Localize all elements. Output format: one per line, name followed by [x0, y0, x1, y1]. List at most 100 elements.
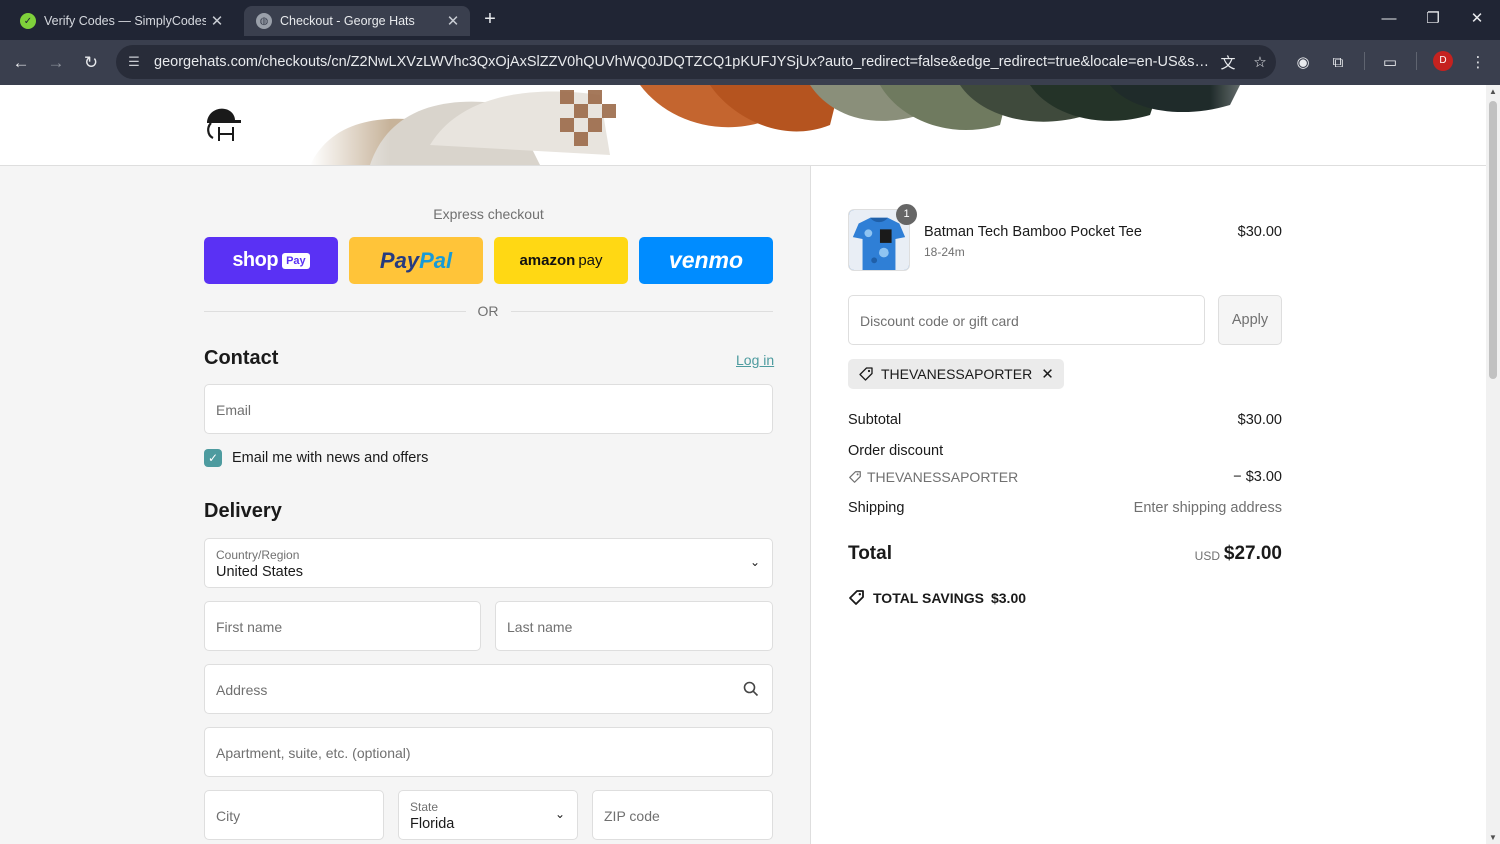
newsletter-label[interactable]: Email me with news and offers: [232, 450, 428, 466]
newsletter-checkbox[interactable]: ✓: [204, 449, 222, 467]
venmo-button[interactable]: venmo: [639, 237, 773, 284]
email-field[interactable]: Email: [204, 384, 773, 434]
close-icon[interactable]: ✕: [206, 12, 228, 30]
amazon-wordmark: amazon: [519, 252, 576, 269]
address-placeholder: Address: [216, 682, 268, 698]
state-select[interactable]: State Florida ⌄: [398, 790, 578, 840]
translate-icon[interactable]: 文: [1212, 52, 1244, 73]
tab-title: Verify Codes — SimplyCodes: [44, 14, 206, 28]
first-name-placeholder: First name: [216, 619, 283, 635]
apartment-field[interactable]: Apartment, suite, etc. (optional): [204, 727, 773, 777]
zip-placeholder: ZIP code: [604, 808, 660, 824]
newsletter-option[interactable]: ✓ Email me with news and offers: [204, 449, 428, 467]
globe-icon: ◍: [256, 13, 272, 29]
tab-simplycodes[interactable]: ✓ Verify Codes — SimplyCodes ✕: [8, 6, 234, 36]
total-currency: USD: [1194, 549, 1220, 563]
country-select[interactable]: Country/Region United States ⌄: [204, 538, 773, 588]
browser-toolbar: ← → ↻ ☰ georgehats.com/checkouts/cn/Z2Nw…: [0, 40, 1500, 85]
state-value: Florida: [410, 816, 455, 832]
order-discount-label: Order discount: [848, 443, 944, 459]
forward-icon[interactable]: →: [43, 50, 69, 76]
last-name-field[interactable]: Last name: [495, 601, 773, 651]
restore-button[interactable]: ❐: [1418, 8, 1448, 32]
total-amount: $27.00: [1223, 543, 1282, 564]
product-variant: 18-24m: [924, 245, 965, 259]
country-label: Country/Region: [216, 548, 300, 562]
url-text[interactable]: georgehats.com/checkouts/cn/Z2NwLXVzLWVh…: [150, 54, 1212, 70]
address-field[interactable]: Address: [204, 664, 773, 714]
amazon-pay-suffix: pay: [578, 252, 603, 269]
close-icon[interactable]: ✕: [442, 12, 464, 30]
george-hats-logo[interactable]: [203, 105, 243, 145]
site-info-icon[interactable]: ☰: [118, 54, 150, 70]
discount-placeholder: Discount code or gift card: [860, 313, 1019, 329]
tag-icon: [849, 471, 861, 483]
apply-discount-button[interactable]: Apply: [1218, 295, 1282, 345]
amazon-pay-button[interactable]: amazon pay: [494, 237, 628, 284]
close-window-button[interactable]: ✕: [1462, 8, 1492, 32]
shop-pay-button[interactable]: shop Pay: [204, 237, 338, 284]
new-tab-button[interactable]: +: [478, 8, 502, 32]
email-placeholder: Email: [216, 402, 252, 418]
minimize-button[interactable]: —: [1374, 8, 1404, 32]
checkout-page: Express checkout shop Pay PayPal amazon …: [0, 85, 1486, 844]
profile-avatar[interactable]: D: [1433, 51, 1453, 71]
bookmark-star-icon[interactable]: ☆: [1244, 53, 1276, 71]
tag-icon: [859, 367, 873, 381]
apartment-placeholder: Apartment, suite, etc. (optional): [216, 745, 411, 761]
login-link[interactable]: Log in: [736, 352, 774, 368]
address-bar[interactable]: ☰ georgehats.com/checkouts/cn/Z2NwLXVzLW…: [116, 45, 1276, 79]
country-value: United States: [216, 564, 304, 580]
applied-code: THEVANESSAPORTER: [881, 366, 1033, 382]
or-divider: OR: [204, 302, 773, 320]
remove-discount-icon[interactable]: ✕: [1041, 365, 1054, 383]
search-icon: [743, 681, 759, 697]
tab-checkout[interactable]: ◍ Checkout - George Hats ✕: [244, 6, 470, 36]
first-name-field[interactable]: First name: [204, 601, 481, 651]
shop-pay-badge: Pay: [282, 252, 310, 269]
page-scrollbar[interactable]: ▲ ▼: [1486, 85, 1500, 844]
toolbar-divider: [1364, 52, 1365, 70]
paypal-wordmark: PayPal: [379, 247, 453, 273]
store-header: [0, 85, 1486, 166]
product-name: Batman Tech Bamboo Pocket Tee: [924, 224, 1142, 240]
chevron-down-icon: ⌄: [554, 807, 565, 821]
contact-heading: Contact: [204, 347, 279, 369]
shop-pay-wordmark: shop: [232, 249, 279, 271]
scrollbar-thumb[interactable]: [1489, 101, 1497, 379]
subtotal-value: $30.00: [1237, 412, 1282, 428]
tab-title: Checkout - George Hats: [280, 14, 415, 28]
order-discount-code-text: THEVANESSAPORTER: [867, 469, 1019, 485]
reload-icon[interactable]: ↻: [78, 50, 104, 76]
shipping-value: Enter shipping address: [1133, 500, 1282, 516]
savings-value: $3.00: [990, 589, 1027, 606]
order-discount-code: THEVANESSAPORTER: [848, 469, 1018, 485]
divider-line: [204, 311, 466, 312]
shipping-label: Shipping: [848, 500, 905, 516]
venmo-wordmark: venmo: [668, 247, 744, 273]
chevron-down-icon: ⌄: [749, 555, 760, 569]
city-placeholder: City: [216, 808, 241, 824]
total-savings: TOTAL SAVINGS $3.00: [848, 589, 1026, 606]
paypal-button[interactable]: PayPal: [349, 237, 483, 284]
zip-field[interactable]: ZIP code: [592, 790, 773, 840]
divider-line: [511, 311, 773, 312]
scroll-down-icon[interactable]: ▼: [1488, 833, 1498, 842]
total-label: Total: [848, 543, 892, 564]
scroll-up-icon[interactable]: ▲: [1488, 87, 1498, 96]
simplycodes-icon: ✓: [20, 13, 36, 29]
delivery-heading: Delivery: [204, 500, 282, 522]
applied-discount-chip: THEVANESSAPORTER ✕: [848, 359, 1064, 389]
side-panel-icon[interactable]: ▭: [1377, 50, 1403, 76]
menu-kebab-icon[interactable]: ⋮: [1465, 50, 1491, 76]
discount-code-input[interactable]: Discount code or gift card: [848, 295, 1205, 345]
back-icon[interactable]: ←: [8, 50, 34, 76]
extension-icon[interactable]: ◉: [1290, 50, 1316, 76]
or-text: OR: [477, 303, 499, 319]
puzzle-icon[interactable]: ⧉: [1325, 50, 1351, 76]
city-field[interactable]: City: [204, 790, 384, 840]
savings-tag-icon: [849, 590, 864, 605]
savings-label: TOTAL SAVINGS: [873, 589, 984, 606]
state-label: State: [410, 800, 439, 814]
express-checkout-label: Express checkout: [433, 206, 544, 222]
